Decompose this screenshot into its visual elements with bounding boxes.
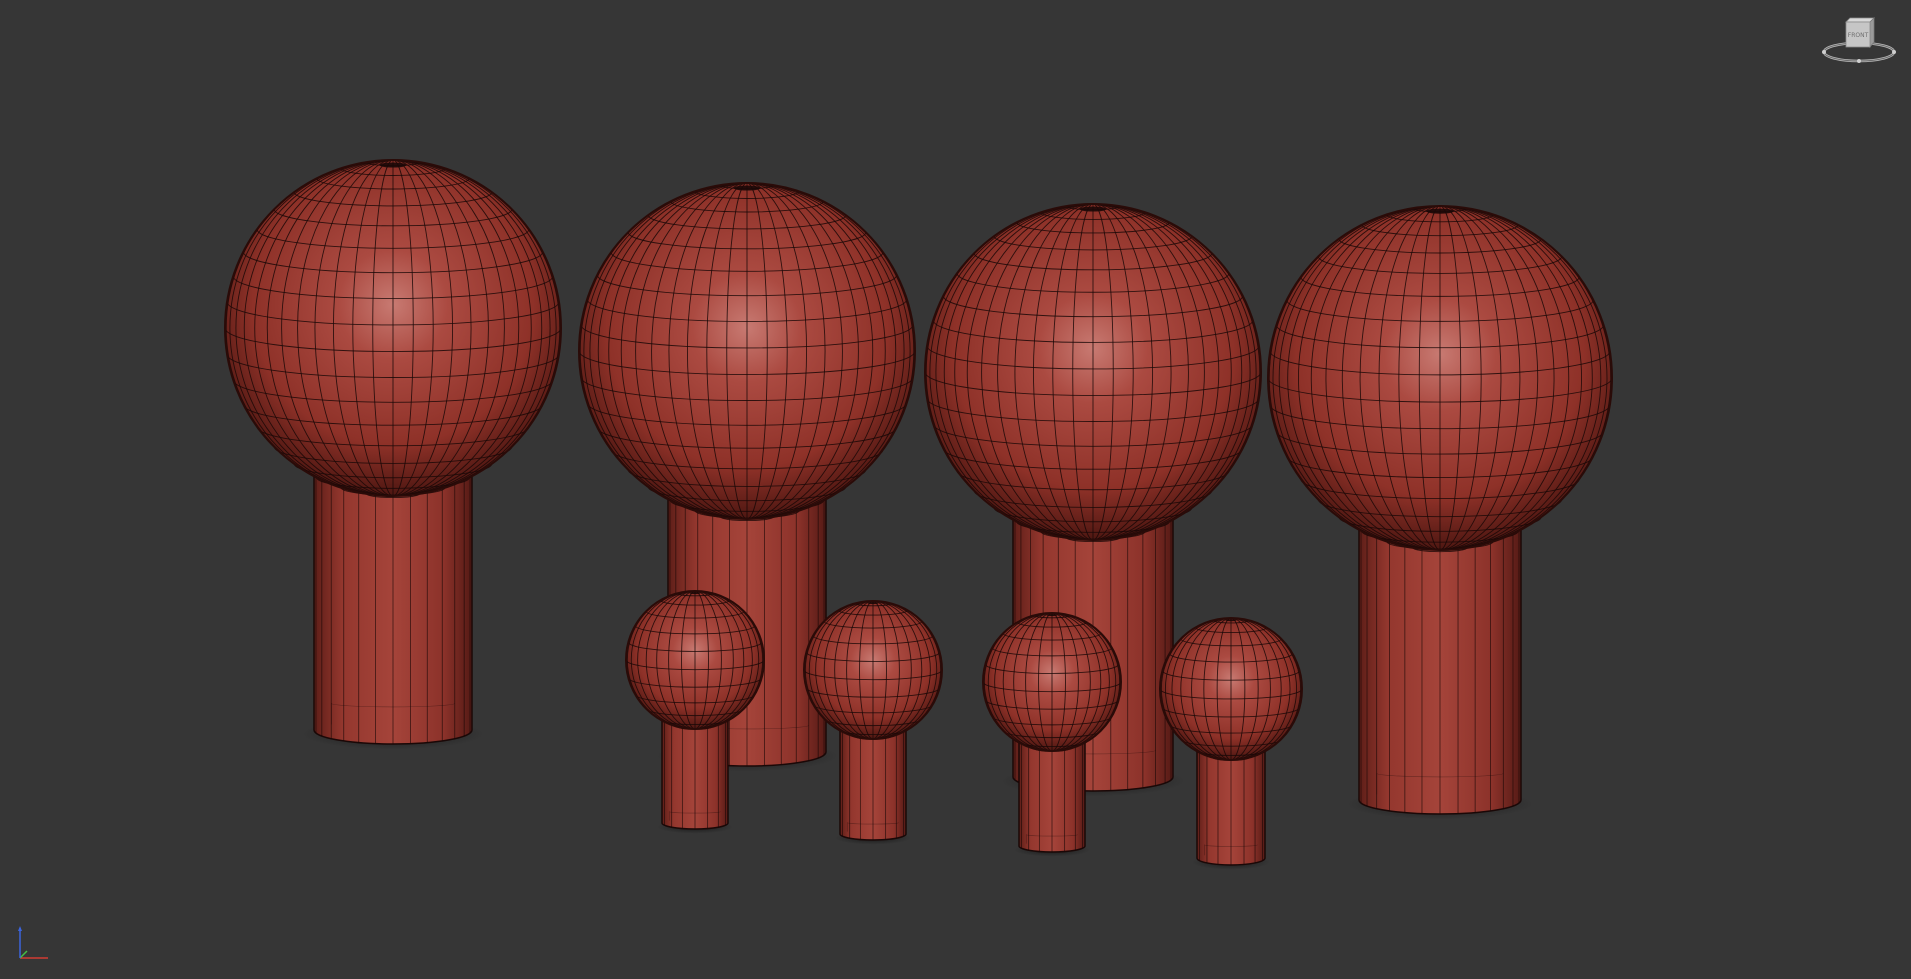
axis-tripod-icon	[18, 926, 48, 959]
sphere-mesh	[625, 590, 765, 730]
scene-canvas[interactable]	[0, 0, 1911, 979]
viewcube-front-label[interactable]: FRONT	[1848, 32, 1869, 39]
viewport[interactable]: FRONT	[0, 0, 1911, 979]
sphere-mesh	[1159, 617, 1303, 761]
sphere-mesh	[1267, 205, 1613, 553]
sphere-mesh	[224, 159, 562, 499]
sphere-mesh	[982, 612, 1122, 752]
small-sphere-stem-4[interactable]	[1159, 617, 1303, 870]
viewcube-icon[interactable]: FRONT	[1818, 14, 1900, 72]
axis-y-line	[19, 950, 28, 959]
sphere-mesh	[924, 203, 1262, 543]
large-sphere-stem-4[interactable]	[1267, 205, 1613, 820]
sphere-mesh	[803, 600, 943, 740]
large-sphere-stem-1[interactable]	[224, 159, 562, 750]
sphere-mesh	[578, 182, 916, 522]
